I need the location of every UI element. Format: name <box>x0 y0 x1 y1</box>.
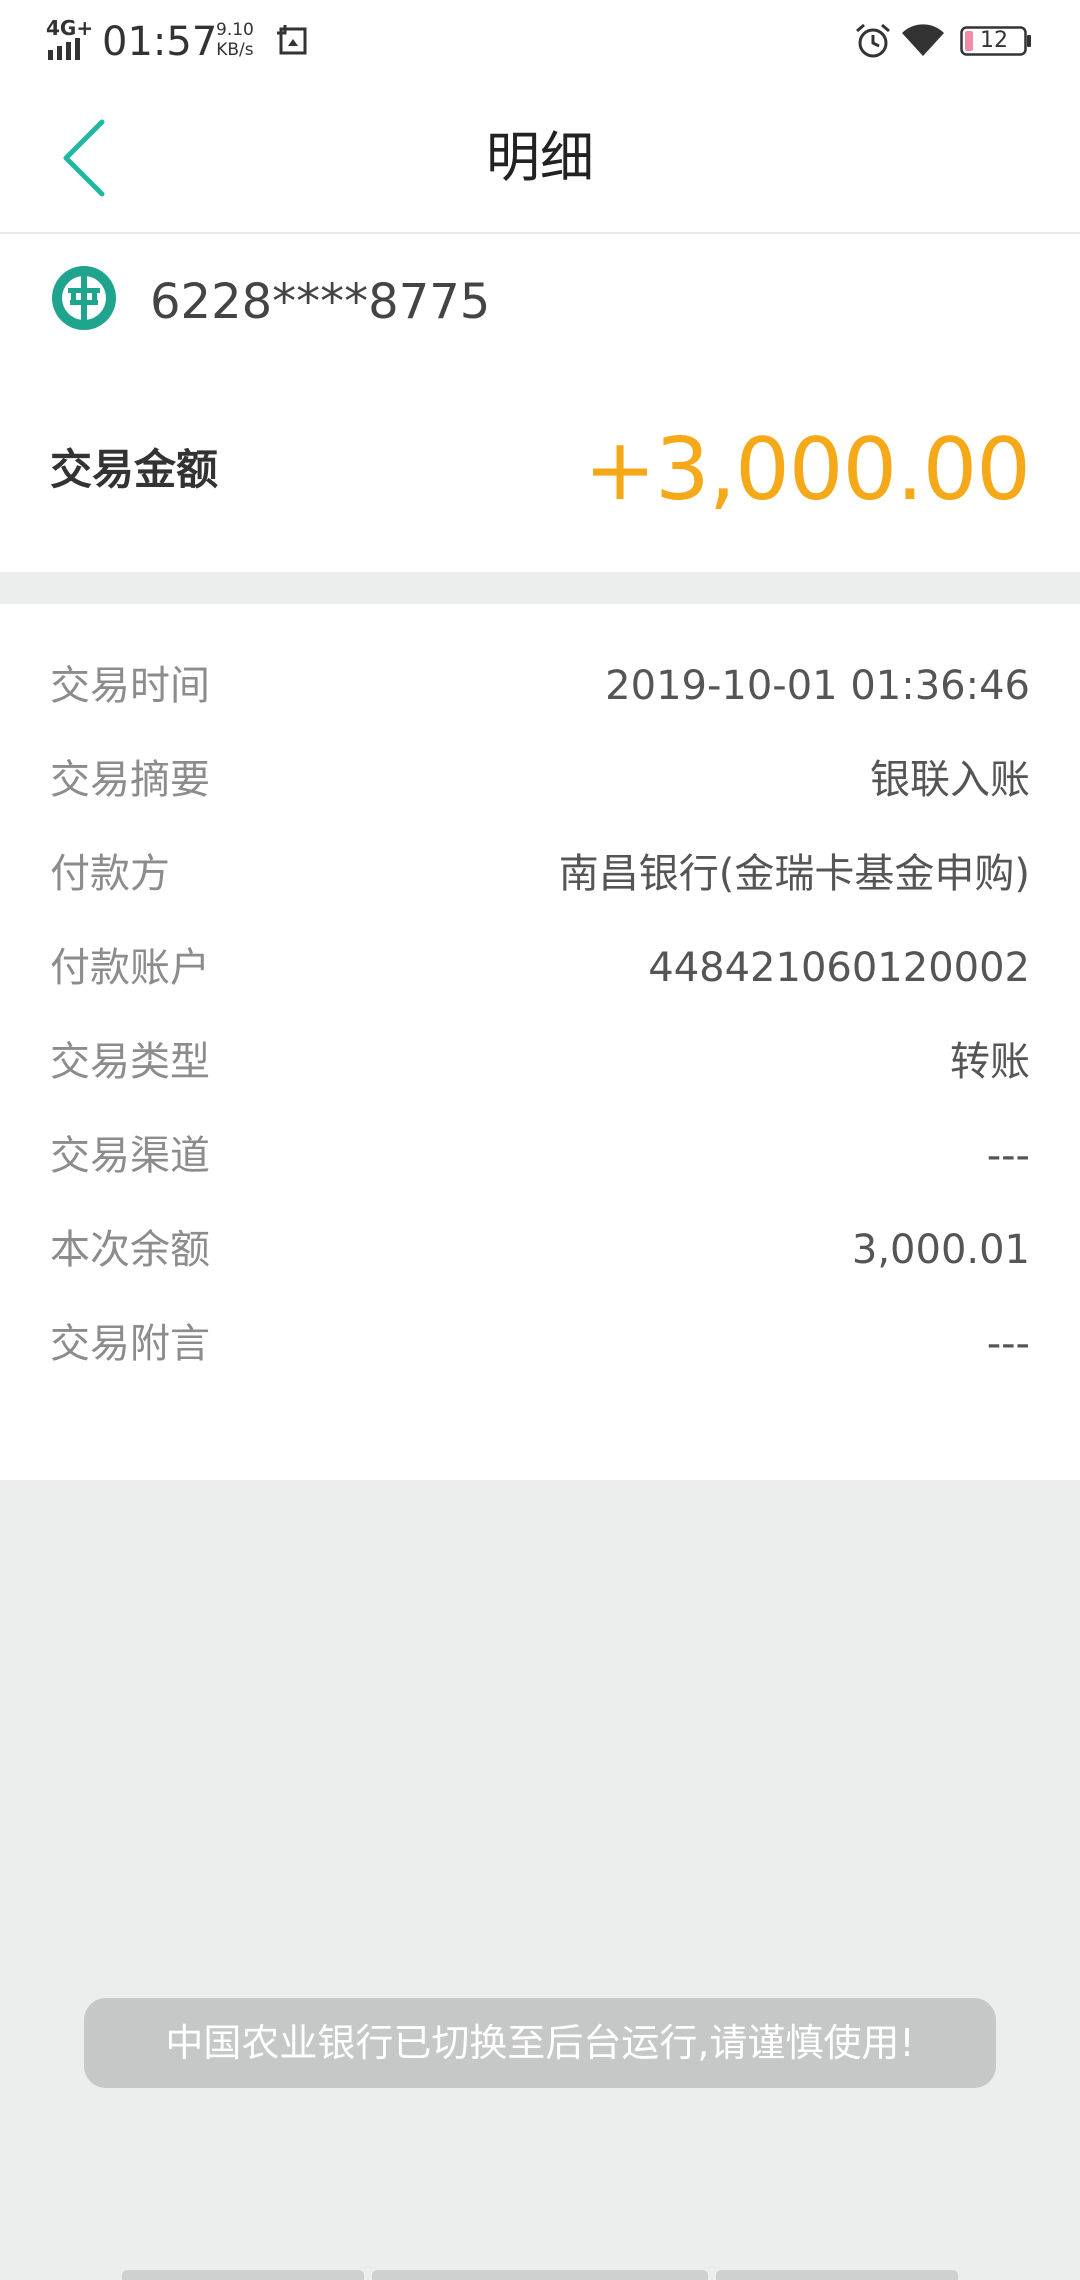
battery-level: 12 <box>980 28 1008 53</box>
detail-label: 交易附言 <box>50 1321 210 1367</box>
background-warning-toast: 中国农业银行已切换至后台运行,请谨慎使用! <box>84 1998 996 2088</box>
detail-label: 交易时间 <box>50 663 210 709</box>
detail-value: 南昌银行(金瑞卡基金申购) <box>558 851 1030 897</box>
wifi-icon <box>902 24 944 56</box>
detail-value: 2019-10-01 01:36:46 <box>605 663 1030 709</box>
detail-row-payer: 付款方 南昌银行(金瑞卡基金申购) <box>50 844 1030 904</box>
screenshot-icon <box>277 25 307 55</box>
abc-bank-logo-icon <box>52 266 116 330</box>
nav-bar: 明细 <box>0 84 1080 234</box>
gesture-bar-left[interactable] <box>122 2270 364 2280</box>
detail-row-balance: 本次余额 3,000.01 <box>50 1220 1030 1280</box>
detail-label: 付款方 <box>50 851 170 897</box>
detail-value: --- <box>986 1133 1030 1179</box>
network-speed-unit: KB/s <box>216 40 254 60</box>
detail-value: 转账 <box>950 1039 1030 1085</box>
detail-value: 448421060120002 <box>648 945 1030 991</box>
network-speed: 9.10 KB/s <box>216 20 254 60</box>
status-time: 01:57 <box>102 19 218 65</box>
detail-value: 银联入账 <box>870 757 1030 803</box>
amount-label: 交易金额 <box>50 445 219 494</box>
detail-row-note: 交易附言 --- <box>50 1314 1030 1374</box>
detail-label: 交易类型 <box>50 1039 210 1085</box>
amount-value: +3,000.00 <box>583 420 1031 520</box>
transaction-summary: 6228****8775 交易金额 +3,000.00 <box>0 234 1080 572</box>
alarm-icon <box>856 23 890 58</box>
card-number: 6228****8775 <box>150 274 491 330</box>
detail-row-channel: 交易渠道 --- <box>50 1126 1030 1186</box>
signal-icon <box>48 38 80 60</box>
transaction-details: 交易时间 2019-10-01 01:36:46 交易摘要 银联入账 付款方 南… <box>0 604 1080 1480</box>
detail-row-payer-account: 付款账户 448421060120002 <box>50 938 1030 998</box>
network-speed-value: 9.10 <box>216 20 254 40</box>
gesture-bar-right[interactable] <box>716 2270 958 2280</box>
status-bar: 4G+ 01:57 9.10 KB/s 12 <box>0 0 1080 84</box>
detail-label: 付款账户 <box>50 945 210 991</box>
detail-label: 本次余额 <box>50 1227 210 1273</box>
detail-label: 交易摘要 <box>50 757 210 803</box>
detail-label: 交易渠道 <box>50 1133 210 1179</box>
detail-value: 3,000.01 <box>851 1227 1030 1273</box>
detail-row-summary: 交易摘要 银联入账 <box>50 750 1030 810</box>
detail-value: --- <box>986 1321 1030 1367</box>
detail-row-time: 交易时间 2019-10-01 01:36:46 <box>50 656 1030 716</box>
page-title: 明细 <box>486 126 594 189</box>
gesture-bar-center[interactable] <box>372 2270 708 2280</box>
detail-row-type: 交易类型 转账 <box>50 1032 1030 1092</box>
